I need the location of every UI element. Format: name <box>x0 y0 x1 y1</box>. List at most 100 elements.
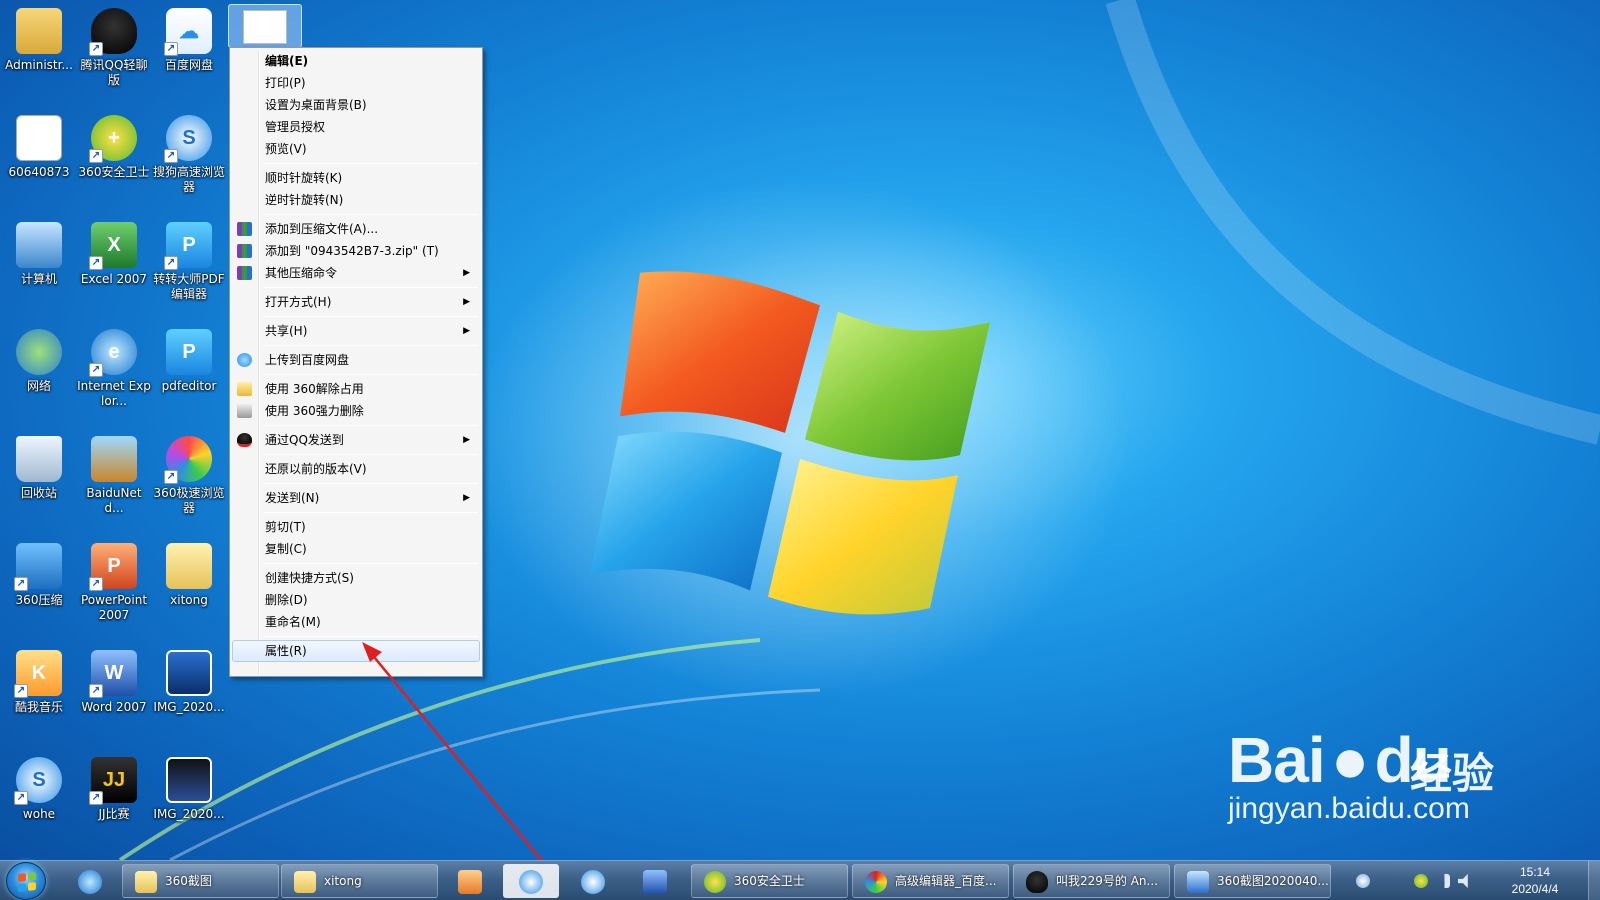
taskbar-pin-sogou-browser[interactable] <box>565 864 621 898</box>
system-clock[interactable]: 15:14 2020/4/4 <box>1490 864 1580 898</box>
language-bar-icon[interactable] <box>1356 874 1370 888</box>
desktop-icon-word-2007[interactable]: W ↗ Word 2007 <box>77 644 151 715</box>
taskbar-item-label: 高级编辑器_百度... <box>895 874 997 888</box>
network-signal-icon[interactable] <box>1436 874 1450 888</box>
menu-item-label: 共享(H) <box>265 324 308 338</box>
desktop-icon-img-2020-b[interactable]: IMG_2020... <box>152 751 226 822</box>
desktop-icon-recycle-bin[interactable]: 回收站 <box>2 430 76 501</box>
menu-item-open-with[interactable]: 打开方式(H) ▶ <box>232 291 480 313</box>
desktop-icon-jj-game[interactable]: JJ ↗ JJ比赛 <box>77 751 151 822</box>
desktop-icon-internet-explorer[interactable]: e ↗ Internet Explor... <box>77 323 151 409</box>
desktop-icon-kuwo-music[interactable]: K ↗ 酷我音乐 <box>2 644 76 715</box>
desktop-icon-label: 回收站 <box>20 486 57 500</box>
qq-penguin-icon <box>1026 871 1048 893</box>
desktop-icon-baidu-netdisk[interactable]: ☁ ↗ 百度网盘 <box>152 2 226 73</box>
desktop-icon-excel-2007[interactable]: X ↗ Excel 2007 <box>77 216 151 287</box>
menu-item-rename[interactable]: 重命名(M) <box>232 611 480 633</box>
desktop-icon-label: 360压缩 <box>15 593 63 607</box>
desktop-icon-zhuanzhuan-pdf[interactable]: P ↗ 转转大师PDF编辑器 <box>152 216 226 302</box>
taskbar-item-360-screenshot-image[interactable]: 360截图2020040... <box>1174 864 1331 898</box>
menu-item-label: 预览(V) <box>265 142 307 156</box>
desktop-icon-xitong[interactable]: xitong <box>152 537 226 608</box>
show-desktop-button[interactable] <box>1588 861 1600 900</box>
menu-item-upload-baidu-netdisk[interactable]: 上传到百度网盘 <box>232 349 480 371</box>
desktop-icon-baidunetdisk[interactable]: BaiduNetd... <box>77 430 151 516</box>
desktop-icon-computer[interactable]: 计算机 <box>2 216 76 287</box>
360-tray-icon[interactable] <box>1414 874 1428 888</box>
menu-item-preview[interactable]: 预览(V) <box>232 138 480 160</box>
selected-image-file[interactable] <box>228 4 302 48</box>
360-browser-icon: ↗ <box>164 436 212 484</box>
menu-item-cut[interactable]: 剪切(T) <box>232 516 480 538</box>
menu-item-label: 管理员授权 <box>265 120 326 134</box>
desktop-icon-img-2020-a[interactable]: IMG_2020... <box>152 644 226 715</box>
taskbar-item-advanced-editor[interactable]: 高级编辑器_百度... <box>852 864 1009 898</box>
menu-separator <box>263 563 478 564</box>
menu-item-add-to-zip[interactable]: 添加到 "0943542B7-3.zip" (T) <box>232 240 480 262</box>
menu-item-360-unlock[interactable]: 使用 360解除占用 <box>232 378 480 400</box>
menu-item-restore-previous-versions[interactable]: 还原以前的版本(V) <box>232 458 480 480</box>
desktop-icon-360-security[interactable]: + ↗ 360安全卫士 <box>77 109 151 180</box>
desktop-icon-label: IMG_2020... <box>153 700 225 714</box>
menu-item-send-via-qq[interactable]: 通过QQ发送到 ▶ <box>232 429 480 451</box>
watermark-brand: Bai <box>1228 724 1326 796</box>
jj-game-icon: JJ ↗ <box>89 757 137 805</box>
menu-item-set-desktop-background[interactable]: 设置为桌面背景(B) <box>232 94 480 116</box>
menu-item-rotate-counterclockwise[interactable]: 逆时针旋转(N) <box>232 189 480 211</box>
desktop-icon-pdfeditor[interactable]: P pdfeditor <box>152 323 226 394</box>
desktop-icon-360zip[interactable]: ↗ 360压缩 <box>2 537 76 608</box>
desktop-icon-label: 计算机 <box>20 272 57 286</box>
sogou-browser-icon: S ↗ <box>14 757 62 805</box>
menu-item-delete[interactable]: 删除(D) <box>232 589 480 611</box>
desktop-icon-label: 360安全卫士 <box>78 165 150 179</box>
taskbar-pin-baidu-netdisk[interactable] <box>503 864 559 898</box>
menu-item-copy[interactable]: 复制(C) <box>232 538 480 560</box>
menu-item-create-shortcut[interactable]: 创建快捷方式(S) <box>232 567 480 589</box>
taskbar-pin-word[interactable] <box>627 864 683 898</box>
start-button[interactable] <box>6 862 46 900</box>
menu-item-add-to-archive[interactable]: 添加到压缩文件(A)... <box>232 218 480 240</box>
taskbar-item-qq-chat[interactable]: 叫我229号的 An... <box>1013 864 1170 898</box>
taskbar-item-360-security[interactable]: 360安全卫士 <box>691 864 848 898</box>
taskbar-item-360-screenshot[interactable]: 360截图 <box>122 864 279 898</box>
menu-item-rotate-clockwise[interactable]: 顺时针旋转(K) <box>232 167 480 189</box>
menu-separator <box>263 287 478 288</box>
desktop-icon-powerpoint-2007[interactable]: P ↗ PowerPoint 2007 <box>77 537 151 623</box>
taskbar-item-xitong[interactable]: xitong <box>281 864 438 898</box>
desktop-icon-label: 60640873 <box>8 165 70 179</box>
menu-item-label: 编辑(E) <box>265 54 309 68</box>
desktop-icon-qq-lite[interactable]: ↗ 腾讯QQ轻聊版 <box>77 2 151 88</box>
menu-item-label: 打开方式(H) <box>265 295 332 309</box>
system-tray: 15:14 2020/4/4 <box>1356 861 1586 900</box>
windows-logo-icon <box>18 872 36 892</box>
desktop-icon-60640873[interactable]: 60640873 <box>2 109 76 180</box>
menu-item-label: 创建快捷方式(S) <box>265 571 354 585</box>
menu-item-360-force-delete[interactable]: 使用 360强力删除 <box>232 400 480 422</box>
menu-item-share[interactable]: 共享(H) ▶ <box>232 320 480 342</box>
volume-icon[interactable] <box>1458 874 1468 888</box>
taskbar-pin-internet-explorer[interactable] <box>62 864 118 898</box>
internet-explorer-icon: e ↗ <box>89 329 137 377</box>
menu-item-admin-authorize[interactable]: 管理员授权 <box>232 116 480 138</box>
qq-penguin-icon: ↗ <box>89 8 137 56</box>
menu-item-print[interactable]: 打印(P) <box>232 72 480 94</box>
menu-item-edit[interactable]: 编辑(E) <box>232 50 480 72</box>
desktop-icon-label: Excel 2007 <box>80 272 148 286</box>
powerpoint-icon: P ↗ <box>89 543 137 591</box>
image-viewer-icon <box>1187 871 1209 893</box>
desktop-icon-network[interactable]: 网络 <box>2 323 76 394</box>
desktop-icon-sogou-browser[interactable]: S ↗ 搜狗高速浏览器 <box>152 109 226 195</box>
menu-item-other-compress-commands[interactable]: 其他压缩命令 ▶ <box>232 262 480 284</box>
desktop-icon-label: 腾讯QQ轻聊版 <box>80 58 148 87</box>
menu-separator <box>263 214 478 215</box>
desktop-icon-administrator[interactable]: Administr... <box>2 2 76 73</box>
music-app-icon: K ↗ <box>14 650 62 698</box>
menu-separator <box>263 425 478 426</box>
taskbar-pin-media-player[interactable] <box>442 864 498 898</box>
baidu-netdisk-icon <box>519 870 543 894</box>
desktop-icon-wohe[interactable]: S ↗ wohe <box>2 751 76 822</box>
menu-item-send-to[interactable]: 发送到(N) ▶ <box>232 487 480 509</box>
desktop-icon-label: 网络 <box>26 379 51 393</box>
menu-item-properties[interactable]: 属性(R) <box>232 640 480 662</box>
desktop-icon-360-extreme-browser[interactable]: ↗ 360极速浏览器 <box>152 430 226 516</box>
